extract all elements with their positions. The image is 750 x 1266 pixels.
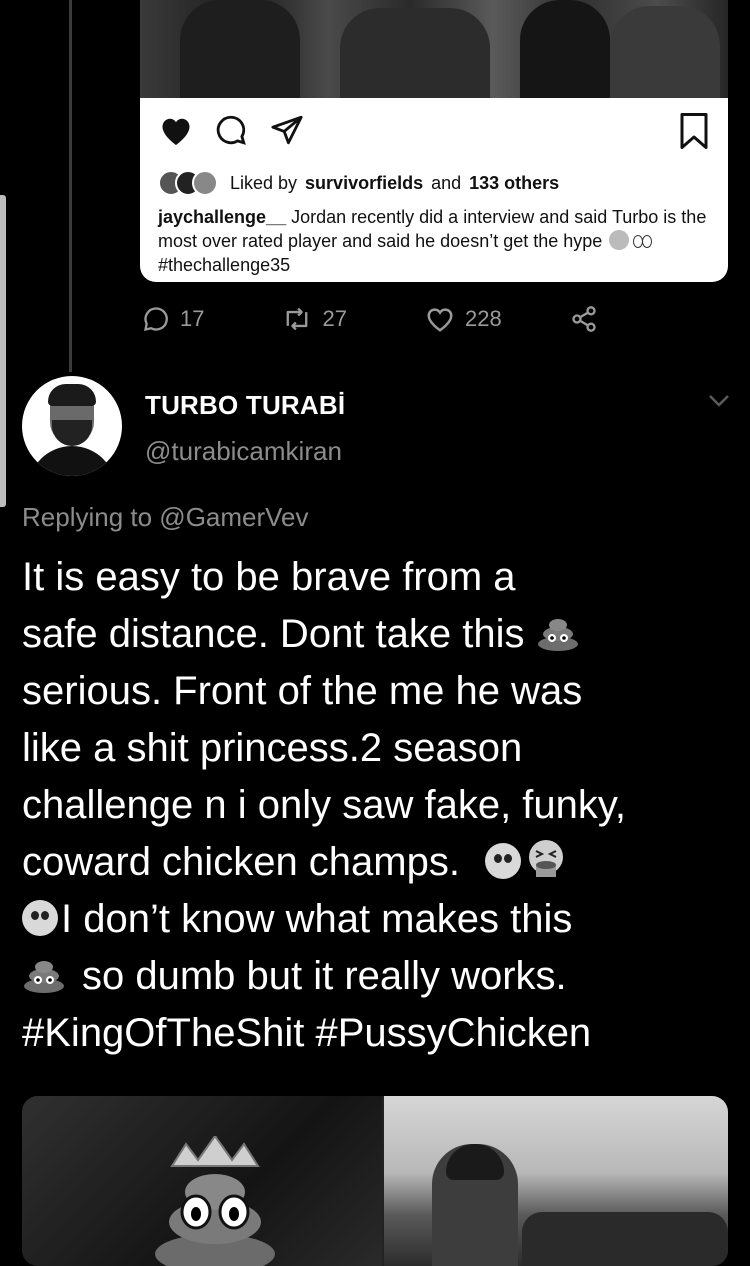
share-network-icon[interactable] <box>570 305 598 333</box>
tweet-line-8: so dumb but it really works. <box>22 948 737 1005</box>
scroll-indicator[interactable] <box>0 195 6 507</box>
like-stat[interactable]: 228 <box>425 305 502 333</box>
emoji-icon <box>609 230 630 250</box>
tweet-line: challenge n i only saw fake, funky, <box>22 783 627 827</box>
tweet-line: like a shit princess.2 season <box>22 726 523 770</box>
liked-user[interactable]: survivorfields <box>305 173 423 194</box>
caption-hashtag[interactable]: #thechallenge35 <box>158 255 290 275</box>
display-name[interactable]: TURBO TURABİ <box>145 390 345 421</box>
pleading-face-emoji <box>22 900 58 936</box>
instagram-photo[interactable] <box>140 0 728 98</box>
pile-of-poo-emoji <box>537 619 578 651</box>
like-count: 228 <box>464 306 502 331</box>
heart-icon[interactable] <box>158 113 194 147</box>
pleading-face-emoji <box>485 843 522 879</box>
vomiting-face-emoji <box>529 840 564 877</box>
hashtags[interactable]: #KingOfTheShit #PussyChicken <box>22 1005 737 1062</box>
instagram-embed-card[interactable]: Liked by survivorfields and 133 others j… <box>140 0 728 282</box>
liker-avatars <box>158 170 222 196</box>
share-icon[interactable] <box>270 113 304 147</box>
tweet-line-7: I don’t know what makes this <box>22 891 737 948</box>
chevron-down-icon[interactable] <box>708 394 730 408</box>
replying-to[interactable]: Replying to @GamerVev <box>22 502 309 533</box>
media-person <box>432 1144 518 1266</box>
avatar[interactable] <box>22 376 122 476</box>
like-icon <box>427 308 453 332</box>
comment-icon[interactable] <box>214 113 248 147</box>
reply-stat[interactable]: 17 <box>142 305 204 333</box>
thread-connector-line <box>69 0 72 372</box>
retweet-stat[interactable]: 27 <box>282 305 347 333</box>
liked-prefix: Liked by <box>230 172 298 193</box>
tweet-media[interactable] <box>22 1096 728 1266</box>
quoted-tweet-stats: 17 27 228 <box>142 305 598 333</box>
liked-count[interactable]: 133 others <box>469 173 559 194</box>
tweet-line-6: coward chicken champs. <box>22 834 737 891</box>
instagram-caption: jaychallenge__ Jordan recently did a int… <box>158 205 713 277</box>
retweet-count: 27 <box>322 306 347 331</box>
retweet-icon <box>287 307 308 331</box>
reply-count: 17 <box>180 306 205 331</box>
bookmark-icon[interactable] <box>678 113 710 149</box>
instagram-action-bar <box>158 113 710 153</box>
crowned-poo-image <box>155 1136 275 1266</box>
pile-of-poo-emoji <box>24 961 64 993</box>
reply-icon <box>143 307 168 332</box>
liked-middle: and <box>431 172 462 193</box>
caption-username[interactable]: jaychallenge__ <box>158 207 286 227</box>
liked-by-row: Liked by survivorfields and 133 others <box>158 170 559 196</box>
eyes-emoji <box>633 235 653 248</box>
tweet-line-2: safe distance. Dont take this <box>22 606 737 663</box>
user-handle[interactable]: @turabicamkiran <box>145 436 342 467</box>
tweet-line: serious. Front of the me he was <box>22 669 583 713</box>
media-background-clutter <box>522 1212 728 1266</box>
tweet-text: It is easy to be brave from a safe dista… <box>22 549 737 1062</box>
tweet-line: It is easy to be brave from a <box>22 555 516 599</box>
